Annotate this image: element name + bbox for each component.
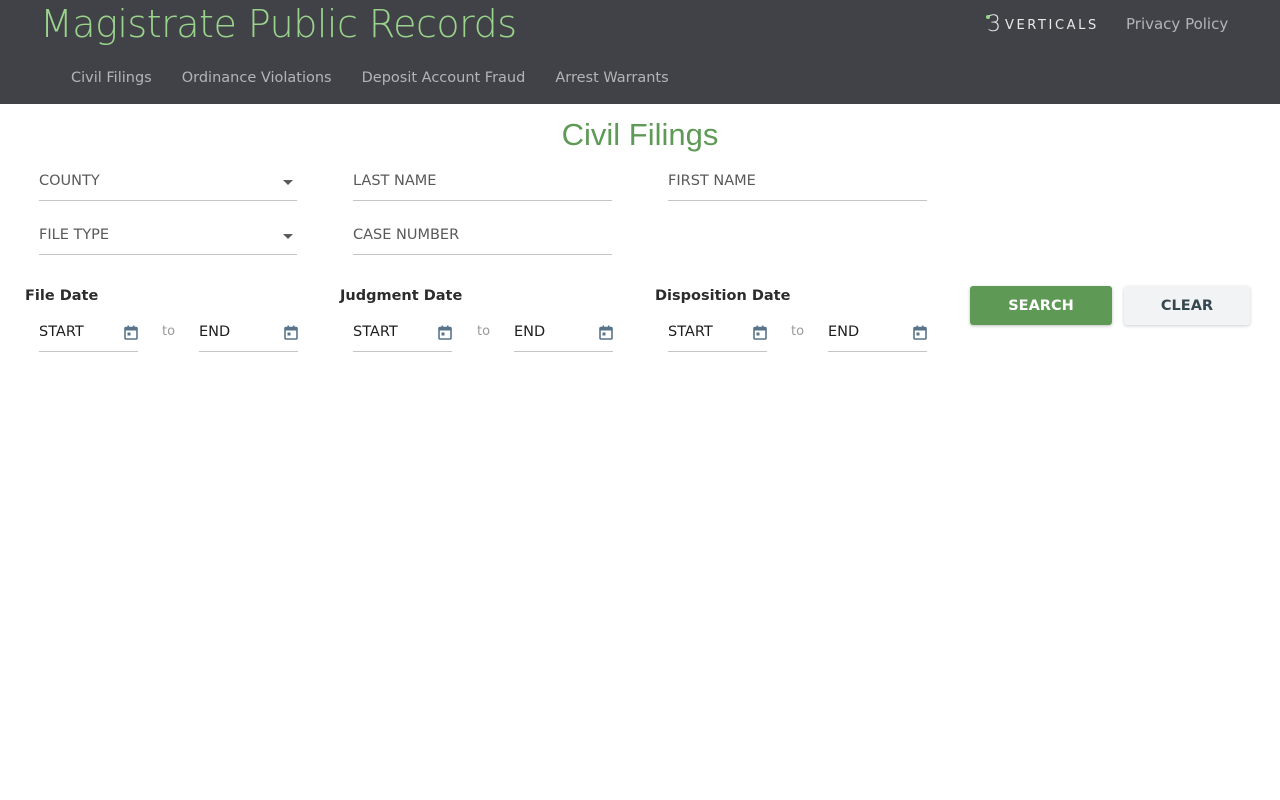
case-number-label: CASE NUMBER [353, 227, 460, 243]
nav-ordinance-violations[interactable]: Ordinance Violations [167, 66, 347, 90]
brand-number: 3 [987, 12, 1001, 37]
judgment-date-label: Judgment Date [340, 288, 463, 304]
first-name-input[interactable]: FIRST NAME [668, 165, 927, 201]
last-name-input[interactable]: LAST NAME [353, 165, 612, 201]
file-date-start[interactable]: START [39, 315, 138, 352]
disposition-date-start-text: START [668, 324, 713, 340]
last-name-label: LAST NAME [353, 173, 437, 189]
clear-button[interactable]: CLEAR [1124, 286, 1250, 325]
file-date-label: File Date [25, 288, 99, 304]
calendar-icon[interactable] [753, 325, 767, 340]
file-date-end-text: END [199, 324, 231, 340]
app-header: Magistrate Public Records 3 VERTICALS Pr… [0, 0, 1280, 104]
disposition-date-end-text: END [828, 324, 860, 340]
file-date-end[interactable]: END [199, 315, 298, 352]
page-title: Civil Filings [561, 117, 719, 152]
brand-logo: 3 VERTICALS [986, 12, 1099, 39]
judgment-date-end-text: END [514, 324, 546, 340]
judgment-date-start-text: START [353, 324, 398, 340]
calendar-icon[interactable] [913, 325, 927, 340]
file-type-select[interactable]: FILE TYPE [39, 219, 297, 255]
disposition-date-label: Disposition Date [655, 288, 791, 304]
search-button[interactable]: SEARCH [970, 286, 1112, 325]
disposition-date-end[interactable]: END [828, 315, 927, 352]
disposition-date-to: to [791, 324, 805, 339]
calendar-icon[interactable] [599, 325, 613, 340]
main-nav: Civil Filings Ordinance Violations Depos… [56, 66, 684, 90]
calendar-icon[interactable] [438, 325, 452, 340]
nav-deposit-account-fraud[interactable]: Deposit Account Fraud [347, 66, 541, 90]
judgment-date-to: to [477, 324, 491, 339]
judgment-date-start[interactable]: START [353, 315, 452, 352]
privacy-policy-link[interactable]: Privacy Policy [1126, 15, 1228, 33]
file-date-start-text: START [39, 324, 84, 340]
judgment-date-end[interactable]: END [514, 315, 613, 352]
caret-down-icon [283, 234, 293, 239]
first-name-label: FIRST NAME [668, 173, 756, 189]
disposition-date-start[interactable]: START [668, 315, 767, 352]
county-select[interactable]: COUNTY [39, 165, 297, 201]
app-title: Magistrate Public Records [40, 2, 517, 46]
county-label: COUNTY [39, 173, 100, 189]
file-type-label: FILE TYPE [39, 227, 110, 243]
case-number-input[interactable]: CASE NUMBER [353, 219, 612, 255]
caret-down-icon [283, 180, 293, 185]
calendar-icon[interactable] [284, 325, 298, 340]
nav-civil-filings[interactable]: Civil Filings [56, 66, 167, 90]
brand-text: VERTICALS [1005, 18, 1099, 33]
file-date-to: to [162, 324, 176, 339]
nav-arrest-warrants[interactable]: Arrest Warrants [540, 66, 683, 90]
brand-logo-icon: 3 [986, 12, 1004, 39]
calendar-icon[interactable] [124, 325, 138, 340]
